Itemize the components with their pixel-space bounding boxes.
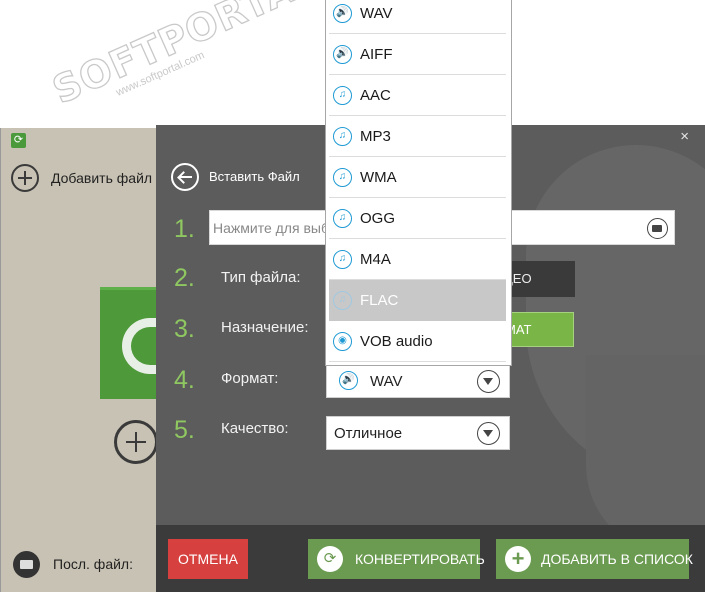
format-option-label: VOB audio	[360, 333, 433, 350]
insert-file-label[interactable]: Вставить Файл	[209, 169, 300, 184]
format-label: Формат:	[221, 370, 279, 387]
chevron-down-icon[interactable]	[477, 422, 500, 445]
speaker-icon: 🔊	[333, 4, 352, 23]
step-number-1: 1.	[174, 215, 195, 243]
format-dropdown-list[interactable]: 🔊 WAV 🔊 AIFF ♫ AAC ♫ MP3 ♫ WMA ♫ OGG ♫ M4A ♫ FLAC ◉ VOB a…	[325, 0, 512, 366]
big-add-icon[interactable]	[114, 420, 158, 464]
music-note-icon: ♫	[333, 86, 352, 105]
music-note-icon: ♫	[333, 209, 352, 228]
music-note-icon: ♫	[333, 168, 352, 187]
music-note-icon: ♫	[333, 127, 352, 146]
speaker-icon: 🔊	[339, 371, 358, 390]
format-option[interactable]: 🔊 WAV	[329, 0, 506, 34]
format-option[interactable]: ♫ M4A	[329, 239, 506, 280]
app-logo-icon: ⟳	[11, 133, 26, 148]
disc-icon: ◉	[333, 332, 352, 351]
dialog-footer: ОТМЕНА ⟳ КОНВЕРТИРОВАТЬ + ДОБАВИТЬ В СПИ…	[156, 525, 705, 592]
folder-icon[interactable]	[13, 551, 40, 578]
music-note-icon: ♫	[333, 291, 352, 310]
file-input-placeholder: Нажмите для выб	[213, 220, 329, 236]
format-option-label: MP3	[360, 128, 391, 145]
format-option[interactable]: 🔊 AIFF	[329, 34, 506, 75]
close-icon[interactable]: ×	[680, 128, 689, 145]
convert-button[interactable]: ⟳ КОНВЕРТИРОВАТЬ	[308, 539, 485, 579]
format-option-label: WAV	[360, 5, 393, 22]
format-option-label: OGG	[360, 210, 396, 227]
format-select-value: WAV	[370, 373, 403, 390]
softportal-watermark: SOFTPORTAL™ www.softportal.com	[14, 0, 325, 113]
convert-button-label: КОНВЕРТИРОВАТЬ	[355, 551, 485, 567]
quality-label: Качество:	[221, 420, 289, 437]
step-number-4: 4.	[174, 366, 195, 394]
format-select[interactable]: 🔊 WAV	[326, 364, 510, 398]
speaker-icon: 🔊	[333, 45, 352, 64]
last-file-label: Посл. файл:	[53, 556, 133, 572]
add-to-list-label: ДОБАВИТЬ В СПИСОК	[541, 551, 693, 567]
plus-icon: +	[505, 546, 531, 572]
browse-folder-icon[interactable]	[647, 218, 668, 239]
step-number-5: 5.	[174, 416, 195, 444]
format-option[interactable]: ♫ OGG	[329, 198, 506, 239]
format-option-label: FLAC	[360, 292, 399, 309]
music-note-icon: ♫	[333, 250, 352, 269]
file-type-label: Тип файла:	[221, 269, 301, 286]
chevron-down-icon[interactable]	[477, 370, 500, 393]
step-number-2: 2.	[174, 264, 195, 292]
format-option[interactable]: ♫ WMA	[329, 157, 506, 198]
destination-label: Назначение:	[221, 319, 309, 336]
format-option[interactable]: ◉ VOB audio	[329, 321, 506, 362]
format-option-label: M4A	[360, 251, 391, 268]
cancel-button[interactable]: ОТМЕНА	[168, 539, 248, 579]
format-option[interactable]: ♫ AAC	[329, 75, 506, 116]
add-file-label[interactable]: Добавить файл	[51, 170, 152, 186]
format-option-label: AIFF	[360, 46, 393, 63]
format-option[interactable]: ♫ MP3	[329, 116, 506, 157]
format-option-label: AAC	[360, 87, 391, 104]
convert-tile-icon	[100, 287, 162, 399]
format-option[interactable]: ♫ FLAC	[329, 280, 506, 321]
convert-icon: ⟳	[317, 546, 343, 572]
add-file-icon[interactable]	[11, 164, 39, 192]
quality-select[interactable]: Отличное	[326, 416, 510, 450]
format-option-label: WMA	[360, 169, 397, 186]
left-pane: ⟳ Добавить файл Посл. файл:	[0, 128, 162, 592]
step-number-3: 3.	[174, 315, 195, 343]
add-to-list-button[interactable]: + ДОБАВИТЬ В СПИСОК	[496, 539, 693, 579]
back-arrow-icon[interactable]	[171, 163, 199, 191]
quality-select-value: Отличное	[334, 425, 403, 442]
